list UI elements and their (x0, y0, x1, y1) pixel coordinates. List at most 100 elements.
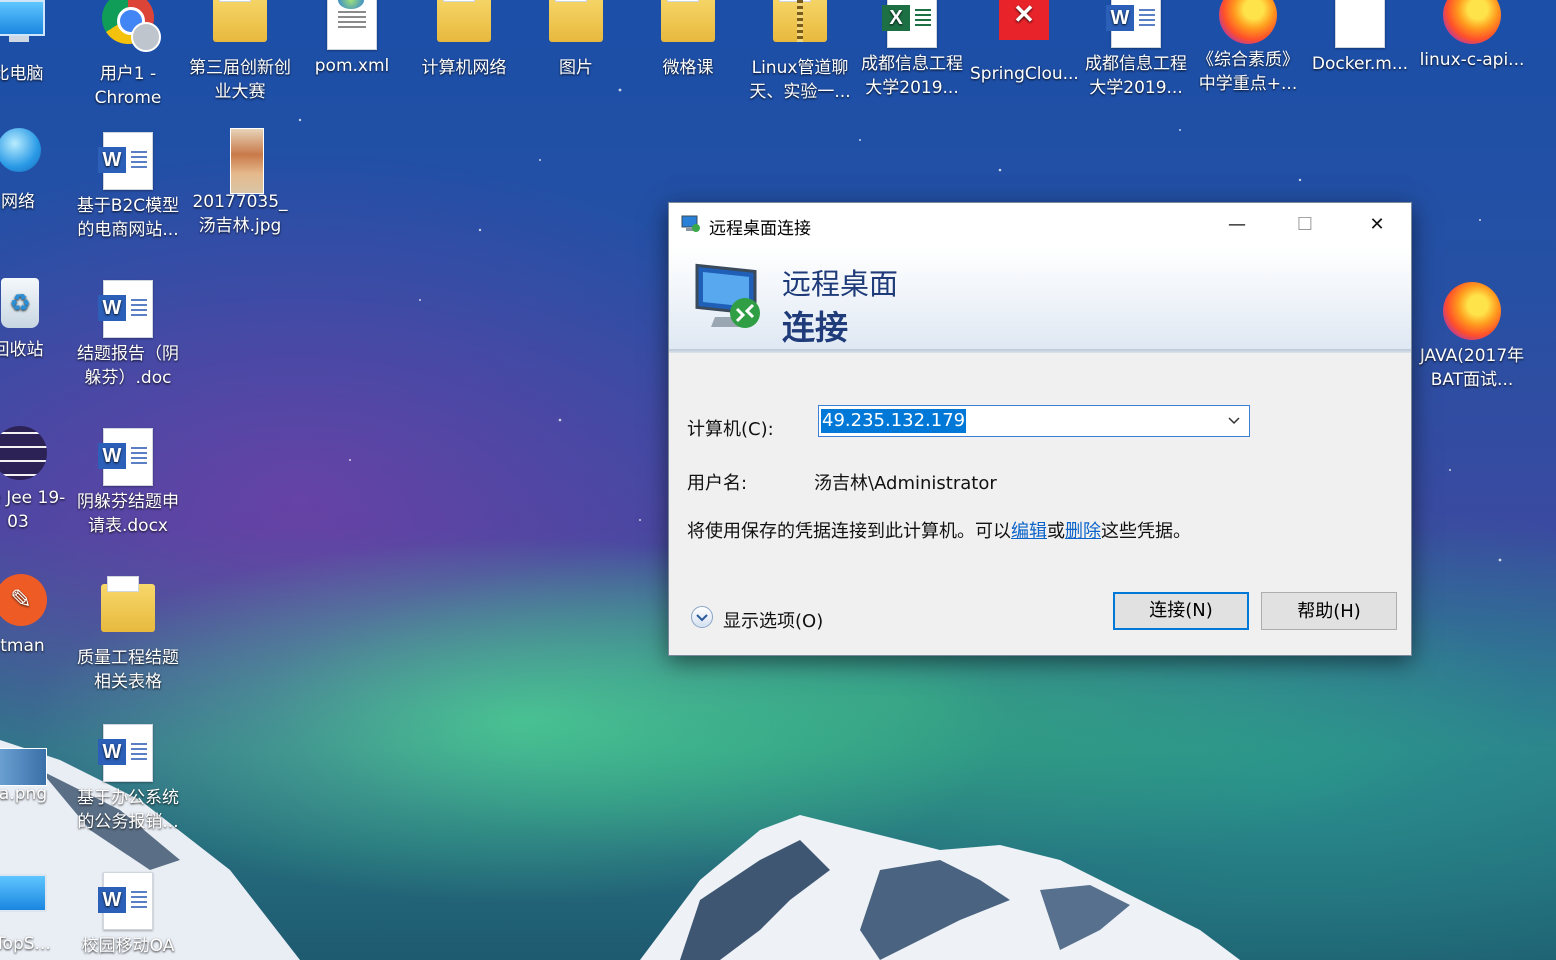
desktop-icon-eclipse[interactable]: pse Jee 19-03 (0, 424, 74, 534)
zip-folder-icon (771, 0, 829, 52)
computer-input-value[interactable]: 49.235.132.179 (821, 409, 967, 433)
close-button[interactable]: ✕ (1343, 203, 1411, 247)
folder-icon (659, 0, 717, 52)
delete-credentials-link[interactable]: 删除 (1065, 521, 1101, 542)
xmind-icon: ✕ (995, 0, 1053, 58)
desktop-icon-word[interactable]: W 阴躲芬结题申请表.docx (72, 428, 184, 538)
blank-file-icon (1331, 0, 1389, 48)
desktop-icon-folder[interactable]: 第三届创新创业大赛 (184, 0, 296, 104)
word-file-icon: W (98, 132, 157, 190)
username-value: 汤吉林\Administrator (814, 473, 997, 494)
show-options-label[interactable]: 显示选项(O) (723, 607, 823, 633)
desktop-icon-word[interactable]: W 结题报告（阴躲芬）.doc (72, 280, 184, 390)
chevron-down-icon (696, 614, 708, 622)
desktop-icon-shortcut[interactable]: kTopS... (0, 870, 74, 956)
desktop-icon-label: pse Jee 19-03 (0, 488, 66, 532)
word-file-icon: W (98, 872, 157, 930)
desktop-icon-excel[interactable]: X 成都信息工程大学2019... (856, 0, 968, 100)
word-file-icon: W (98, 280, 157, 338)
folder-icon (211, 0, 269, 52)
desktop-icon-folder[interactable]: 计算机网络 (408, 0, 520, 80)
network-icon (0, 128, 47, 186)
computer-combobox[interactable]: 49.235.132.179 (818, 405, 1250, 437)
desktop-icon-chrome[interactable]: 用户1 - Chrome (72, 0, 184, 110)
desktop-icon-label: Docker.m... (1311, 54, 1409, 74)
image-thumbnail-icon (211, 128, 269, 194)
word-file-icon: W (98, 724, 157, 782)
firefox-icon (1443, 282, 1501, 340)
chrome-icon (99, 0, 161, 58)
desktop-icon-label: 第三届创新创业大赛 (189, 58, 291, 102)
folder-icon (435, 0, 493, 52)
desktop-icon-image[interactable]: 20177035_汤吉林.jpg (184, 128, 296, 238)
image-thumbnail-icon (0, 720, 47, 786)
desktop-icon-folder[interactable]: 图片 (520, 0, 632, 80)
show-options-toggle[interactable] (691, 606, 713, 628)
monitor-icon (0, 870, 47, 928)
connect-button[interactable]: 连接(N) (1113, 592, 1249, 630)
folder-icon (547, 0, 605, 52)
desktop-icon-word[interactable]: W 基于办公系统的公务报销... (72, 724, 184, 834)
desktop-icon-network[interactable]: 网络 (0, 128, 74, 214)
desktop-icon-label: 阴躲芬结题申请表.docx (77, 492, 179, 536)
desktop-icon-label: JAVA(2017年BAT面试... (1419, 346, 1525, 390)
banner-title-line1: 远程桌面 (782, 267, 899, 301)
desktop-icon-firefox-link[interactable]: 《综合素质》中学重点+... (1192, 0, 1304, 96)
desktop-icon-label: SpringClou... (970, 64, 1079, 84)
desktop-icon-postman[interactable]: ✎ stman (0, 572, 74, 658)
banner-title-line2: 连接 (782, 308, 848, 347)
word-file-icon: W (1106, 0, 1165, 48)
banner-divider (669, 349, 1411, 353)
desktop-icon-label: 成都信息工程大学2019... (1085, 54, 1187, 98)
edit-credentials-link[interactable]: 编辑 (1011, 521, 1047, 542)
desktop-icon-recycle-bin[interactable]: ♻ 回收站 (0, 276, 74, 362)
desktop-icon-image[interactable]: va.png (0, 720, 74, 806)
maximize-button[interactable]: ☐ (1271, 203, 1339, 247)
remote-desktop-icon (681, 215, 700, 232)
desktop-icon-label: stman (0, 636, 45, 656)
xml-file-icon (323, 0, 381, 50)
remote-desktop-monitor-icon (695, 263, 760, 328)
desktop-icon-folder[interactable]: 质量工程结题相关表格 (72, 576, 184, 694)
desktop-icon-label: 回收站 (0, 340, 44, 360)
desktop-icon-word[interactable]: W 校园移动OA (72, 872, 184, 958)
desktop-icon-word[interactable]: W 成都信息工程大学2019... (1080, 0, 1192, 100)
desktop-icon-label: pom.xml (314, 56, 390, 76)
folder-icon (99, 576, 157, 642)
title-bar[interactable]: 远程桌面连接 — ☐ ✕ (669, 203, 1411, 247)
chevron-down-icon[interactable] (1227, 414, 1241, 428)
word-file-icon: W (98, 428, 157, 486)
desktop-icon-pom-xml[interactable]: pom.xml (296, 0, 408, 78)
desktop-icon-label: 比电脑 (0, 64, 44, 84)
computer-label: 计算机(C): (687, 419, 774, 440)
desktop-icon-folder[interactable]: 微格课 (632, 0, 744, 80)
recycle-bin-icon: ♻ (0, 276, 47, 334)
desktop-icon-label: 计算机网络 (421, 58, 507, 78)
window-title: 远程桌面连接 (709, 219, 811, 239)
firefox-icon (1219, 0, 1277, 44)
desktop-icon-label: 成都信息工程大学2019... (861, 54, 963, 98)
desktop-icon-label: 用户1 - Chrome (94, 64, 162, 108)
excel-file-icon: X (882, 0, 941, 48)
desktop-icon-label: 质量工程结题相关表格 (77, 648, 179, 692)
desktop-icon-firefox-link[interactable]: JAVA(2017年BAT面试... (1416, 282, 1528, 392)
credentials-text-prefix: 将使用保存的凭据连接到此计算机。可以 (687, 521, 1011, 542)
help-button[interactable]: 帮助(H) (1261, 592, 1397, 630)
desktop-icon-file[interactable]: Docker.m... (1304, 0, 1416, 76)
desktop-icon-label: 图片 (559, 58, 593, 78)
desktop-icon-word[interactable]: W 基于B2C模型的电商网站... (72, 132, 184, 242)
desktop-icon-label: 结题报告（阴躲芬）.doc (77, 344, 179, 388)
dialog-banner: 远程桌面 连接 (669, 247, 1411, 349)
credentials-text-or: 或 (1047, 521, 1065, 542)
desktop-icon-zip[interactable]: Linux管道聊天、实验一... (744, 0, 856, 104)
eclipse-icon (0, 424, 47, 482)
desktop-icon-label: 基于B2C模型的电商网站... (76, 196, 180, 240)
desktop-icon-xmind[interactable]: ✕ SpringClou... (968, 0, 1080, 86)
credentials-message: 将使用保存的凭据连接到此计算机。可以编辑或删除这些凭据。 (687, 517, 1191, 543)
desktop-icon-firefox-link[interactable]: linux-c-api... (1416, 0, 1528, 72)
firefox-icon (1443, 0, 1501, 44)
desktop-icon-this-pc[interactable]: 比电脑 (0, 0, 74, 86)
desktop-icon-label: 校园移动OA (81, 936, 175, 956)
minimize-button[interactable]: — (1203, 203, 1271, 247)
postman-icon: ✎ (0, 572, 47, 630)
